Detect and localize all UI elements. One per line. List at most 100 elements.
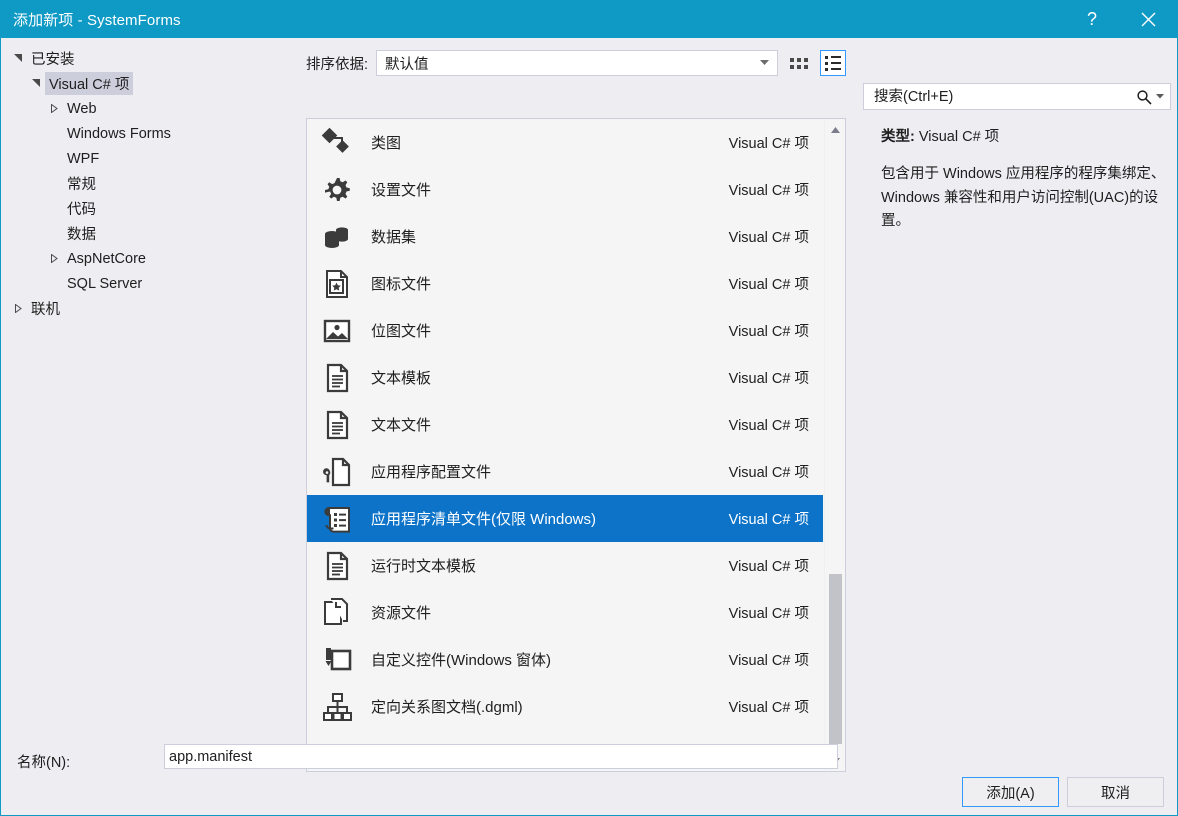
template-item-type: Visual C# 项 xyxy=(728,512,809,528)
template-item-type: Visual C# 项 xyxy=(728,606,809,622)
resource-file-icon xyxy=(317,597,357,629)
dialog-footer: 名称(N): 添加(A) 取消 xyxy=(1,735,1177,815)
template-item-name: 文本文件 xyxy=(371,417,432,434)
template-list-item[interactable]: 定向关系图文档(.dgml) Visual C# 项 xyxy=(307,683,823,730)
details-panel: 类型: Visual C# 项 包含用于 Windows 应用程序的程序集绑定、… xyxy=(881,126,1171,234)
template-list-item[interactable]: 文本文件 Visual C# 项 xyxy=(307,401,823,448)
search-icon xyxy=(1136,89,1152,105)
template-list-item[interactable]: 位图文件 Visual C# 项 xyxy=(307,307,823,354)
template-item-type: Visual C# 项 xyxy=(728,136,809,152)
tree-item-label: 数据 xyxy=(67,227,96,243)
sort-by-value: 默认值 xyxy=(385,56,429,73)
tree-item-4[interactable]: WPF xyxy=(1,146,293,171)
list-toolbar: 排序依据: 默认值 xyxy=(306,46,846,80)
template-item-type: Visual C# 项 xyxy=(728,418,809,434)
close-icon[interactable] xyxy=(1125,1,1171,38)
template-list-item[interactable]: 数据集 Visual C# 项 xyxy=(307,213,823,260)
tree-item-label: WPF xyxy=(67,150,100,167)
template-item-type: Visual C# 项 xyxy=(728,371,809,387)
tree-item-label: 代码 xyxy=(67,202,96,218)
template-item-type: Visual C# 项 xyxy=(728,559,809,575)
tree-item-3[interactable]: Windows Forms xyxy=(1,121,293,146)
search-input[interactable] xyxy=(872,87,1134,106)
settings-gear-icon xyxy=(317,174,357,206)
template-list-item[interactable]: 运行时文本模板 Visual C# 项 xyxy=(307,542,823,589)
tree-item-label: Web xyxy=(67,100,97,117)
list-view-icon[interactable] xyxy=(820,50,846,76)
tree-item-9[interactable]: SQL Server xyxy=(1,271,293,296)
chevron-down-icon[interactable] xyxy=(27,79,45,88)
tree-item-6[interactable]: 代码 xyxy=(1,196,293,221)
app-config-icon xyxy=(317,456,357,488)
chevron-down-icon xyxy=(760,51,769,75)
details-description: 包含用于 Windows 应用程序的程序集绑定、Windows 兼容性和用户访问… xyxy=(881,166,1166,230)
tree-item-8[interactable]: AspNetCore xyxy=(1,246,293,271)
list-scrollbar[interactable] xyxy=(824,119,845,771)
template-item-name: 位图文件 xyxy=(371,323,432,340)
cancel-button[interactable]: 取消 xyxy=(1067,777,1164,807)
text-file-icon xyxy=(317,409,357,441)
installed-templates-tree: 已安装 Visual C# 项 Web Windows Forms WPF 常规代码数据 A… xyxy=(1,38,293,735)
custom-control-icon xyxy=(317,644,357,676)
dataset-icon xyxy=(317,221,357,253)
template-item-name: 图标文件 xyxy=(371,276,432,293)
search-box[interactable] xyxy=(863,83,1171,110)
template-item-type: Visual C# 项 xyxy=(728,700,809,716)
template-item-name: 应用程序配置文件 xyxy=(371,464,492,481)
template-item-type: Visual C# 项 xyxy=(728,277,809,293)
template-list-item[interactable]: 图标文件 Visual C# 项 xyxy=(307,260,823,307)
template-item-type: Visual C# 项 xyxy=(728,230,809,246)
template-list: 类图 Visual C# 项设置文件 Visual C# 项数据集 Visual C#… xyxy=(307,119,823,730)
tree-item-0[interactable]: 已安装 xyxy=(1,46,293,71)
template-list-item[interactable]: 应用程序配置文件 Visual C# 项 xyxy=(307,448,823,495)
chevron-down-icon[interactable] xyxy=(9,54,27,63)
template-list-item[interactable]: 文本模板 Visual C# 项 xyxy=(307,354,823,401)
chevron-down-icon[interactable] xyxy=(1156,94,1164,99)
scrollbar-thumb[interactable] xyxy=(829,574,842,744)
help-icon[interactable]: ? xyxy=(1069,1,1115,38)
app-manifest-icon xyxy=(317,503,357,535)
template-list-item[interactable]: 设置文件 Visual C# 项 xyxy=(307,166,823,213)
chevron-right-icon[interactable] xyxy=(45,254,63,263)
tree-item-label: SQL Server xyxy=(67,275,143,292)
tree-item-2[interactable]: Web xyxy=(1,96,293,121)
tree-item-label: AspNetCore xyxy=(67,250,146,267)
tree-item-5[interactable]: 常规 xyxy=(1,171,293,196)
window-title: 添加新项 - SystemForms xyxy=(13,12,181,29)
title-bar: 添加新项 - SystemForms ? xyxy=(1,1,1177,38)
template-list-item[interactable]: 自定义控件(Windows 窗体) Visual C# 项 xyxy=(307,636,823,683)
chevron-right-icon[interactable] xyxy=(45,104,63,113)
icon-file-icon xyxy=(317,268,357,300)
class-diagram-icon xyxy=(317,127,357,159)
bitmap-file-icon xyxy=(317,315,357,347)
template-list-panel: 类图 Visual C# 项设置文件 Visual C# 项数据集 Visual C#… xyxy=(306,118,846,772)
name-field-label: 名称(N): xyxy=(17,755,71,771)
tree-item-10[interactable]: 联机 xyxy=(1,296,293,321)
name-input[interactable] xyxy=(164,744,838,769)
template-item-name: 文本模板 xyxy=(371,370,432,387)
scroll-up-icon[interactable] xyxy=(825,121,845,138)
sort-by-select[interactable]: 默认值 xyxy=(376,50,778,76)
template-item-name: 自定义控件(Windows 窗体) xyxy=(371,652,552,669)
template-list-item[interactable]: 资源文件 Visual C# 项 xyxy=(307,589,823,636)
tree-item-label: Windows Forms xyxy=(67,125,171,142)
template-list-item[interactable]: 应用程序清单文件(仅限 Windows) Visual C# 项 xyxy=(307,495,823,542)
add-button[interactable]: 添加(A) xyxy=(962,777,1059,807)
details-type-label: 类型: xyxy=(881,129,919,145)
dgml-graph-icon xyxy=(317,691,357,723)
add-new-item-dialog: 添加新项 - SystemForms ? 已安装 Visual C# 项 Web Wi… xyxy=(0,0,1178,816)
template-list-item[interactable]: 类图 Visual C# 项 xyxy=(307,119,823,166)
chevron-right-icon[interactable] xyxy=(9,304,27,313)
details-type-value: Visual C# 项 xyxy=(918,129,1000,145)
template-item-name: 定向关系图文档(.dgml) xyxy=(371,699,523,716)
template-item-name: 类图 xyxy=(371,135,402,152)
template-item-type: Visual C# 项 xyxy=(728,324,809,340)
tree-item-1[interactable]: Visual C# 项 xyxy=(1,71,293,96)
template-item-name: 设置文件 xyxy=(371,182,432,199)
tree-item-7[interactable]: 数据 xyxy=(1,221,293,246)
template-item-name: 数据集 xyxy=(371,229,417,246)
grid-view-icon[interactable] xyxy=(786,50,812,76)
template-item-type: Visual C# 项 xyxy=(728,653,809,669)
tree-item-label: 联机 xyxy=(31,302,60,318)
template-item-name: 资源文件 xyxy=(371,605,432,622)
